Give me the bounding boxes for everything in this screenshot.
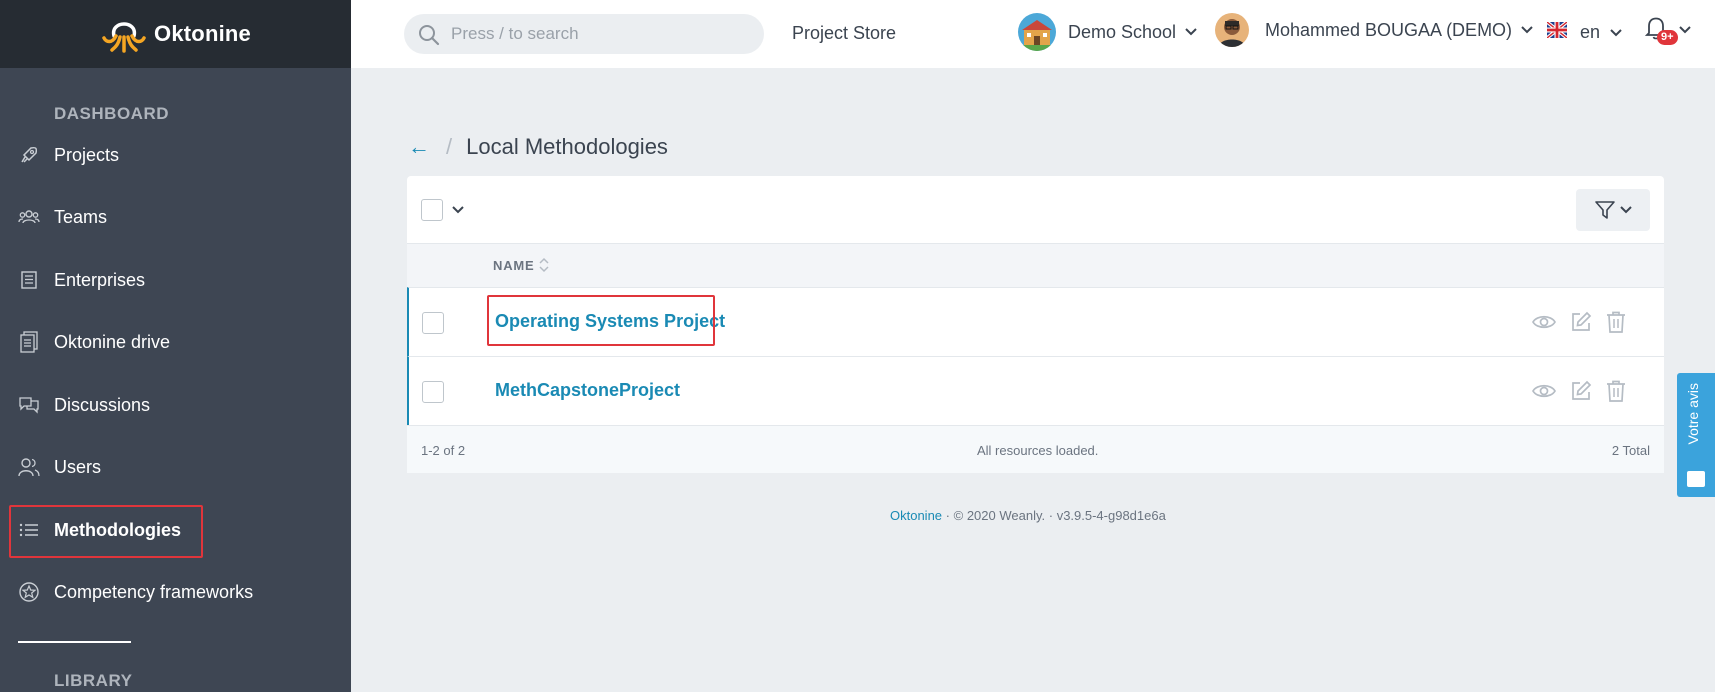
trash-icon[interactable] (1606, 380, 1626, 402)
table-header: NAME (407, 243, 1664, 287)
back-arrow-button[interactable]: ← (408, 134, 430, 160)
page-title: Local Methodologies (466, 134, 668, 159)
row-name-link[interactable]: MethCapstoneProject (495, 380, 680, 401)
chevron-down-icon (1185, 28, 1197, 36)
total-count: 2 Total (1611, 443, 1650, 458)
uk-flag-icon (1545, 20, 1569, 43)
sidebar-item-label: Users (54, 456, 102, 477)
page-footer: Oktonine · © 2020 Weanly. · v3.9.5-4-g98… (890, 508, 1166, 523)
feedback-label: Votre avis (1685, 383, 1701, 445)
table-footer: 1-2 of 2 All resources loaded. 2 Total (407, 425, 1664, 473)
search-input[interactable] (451, 22, 751, 46)
drive-icon (18, 331, 40, 353)
sidebar-item-enterprises[interactable]: Enterprises (0, 258, 351, 302)
sidebar-item-label: Enterprises (54, 269, 146, 290)
sidebar-item-label: Oktonine drive (54, 331, 171, 352)
chevron-down-icon (1610, 28, 1622, 36)
filter-icon (1595, 201, 1615, 219)
select-all-checkbox[interactable] (421, 199, 443, 221)
rocket-icon (18, 144, 40, 166)
section-library: LIBRARY (54, 671, 133, 690)
row-checkbox[interactable] (422, 381, 444, 403)
section-dashboard: DASHBOARD (54, 104, 169, 123)
sidebar-item-methodologies[interactable]: Methodologies (0, 508, 351, 552)
app-logo[interactable]: Oktonine (0, 0, 351, 68)
badge-icon (18, 581, 40, 603)
breadcrumb-separator: / (446, 134, 453, 159)
sidebar-item-projects[interactable]: Projects (0, 133, 351, 177)
sidebar-item-teams[interactable]: Teams (0, 195, 351, 239)
user-menu[interactable]: Mohammed BOUGAA (DEMO) (1215, 13, 1533, 47)
table-row[interactable]: MethCapstoneProject (407, 356, 1664, 425)
sidebar-item-label: Methodologies (54, 519, 181, 540)
eye-icon[interactable] (1532, 380, 1556, 402)
filter-button[interactable] (1576, 189, 1650, 231)
sort-icon[interactable] (539, 257, 549, 273)
top-bar: Project Store Demo School Mohammed BOUGA… (351, 0, 1715, 68)
sidebar-item-label: Projects (54, 144, 120, 165)
sidebar-item-label: Discussions (54, 394, 151, 415)
table-row[interactable]: Operating Systems Project (407, 287, 1664, 356)
search-bar[interactable] (404, 14, 764, 54)
row-actions (1532, 311, 1626, 333)
chevron-down-icon (1521, 26, 1533, 34)
users-icon (18, 456, 40, 478)
sidebar: Oktonine DASHBOARD Projects Teams Enterp… (0, 0, 351, 692)
eye-icon[interactable] (1532, 311, 1556, 333)
sidebar-item-users[interactable]: Users (0, 445, 351, 489)
list-icon (18, 519, 40, 541)
sidebar-item-label: Competency frameworks (54, 581, 254, 602)
trash-icon[interactable] (1606, 311, 1626, 333)
teams-icon (18, 206, 40, 228)
footer-copyright: © 2020 Weanly. (953, 508, 1046, 523)
footer-version: v3.9.5-4-g98d1e6a (1056, 508, 1166, 523)
language-switcher[interactable]: en (1545, 20, 1622, 43)
sidebar-item-oktonine-drive[interactable]: Oktonine drive (0, 320, 351, 364)
pagination-range: 1-2 of 2 (421, 443, 466, 458)
sidebar-divider (18, 641, 131, 643)
sidebar-item-competency-frameworks[interactable]: Competency frameworks (0, 570, 351, 614)
edit-icon[interactable] (1570, 311, 1592, 333)
edit-icon[interactable] (1570, 380, 1592, 402)
user-name: Mohammed BOUGAA (DEMO) (1265, 19, 1513, 40)
school-avatar (1018, 13, 1056, 51)
chat-icon (18, 394, 40, 416)
notification-badge: 9+ (1657, 30, 1678, 45)
row-name-link[interactable]: Operating Systems Project (495, 311, 725, 332)
school-switcher[interactable]: Demo School (1018, 13, 1197, 51)
footer-brand-link[interactable]: Oktonine (890, 508, 942, 523)
methodologies-table: NAME Operating Systems Project MethCapst… (407, 176, 1664, 473)
sidebar-item-discussions[interactable]: Discussions (0, 383, 351, 427)
octopus-logo-icon (102, 22, 146, 53)
footer-dot: · (1048, 508, 1057, 523)
user-avatar (1215, 13, 1249, 47)
load-status: All resources loaded. (977, 443, 1099, 458)
row-actions (1532, 380, 1626, 402)
column-header-name[interactable]: NAME (493, 258, 534, 273)
chevron-down-icon[interactable] (452, 206, 464, 214)
school-name: Demo School (1068, 21, 1177, 42)
sidebar-item-label: Teams (54, 206, 108, 227)
breadcrumb: ← / Local Methodologies (408, 134, 668, 160)
app-name: Oktonine (154, 21, 251, 46)
project-store-link[interactable]: Project Store (792, 23, 896, 44)
smiley-icon (1687, 471, 1705, 487)
language-code: en (1580, 22, 1601, 42)
feedback-tab[interactable]: Votre avis (1677, 373, 1715, 497)
row-checkbox[interactable] (422, 312, 444, 334)
chevron-down-icon (1620, 206, 1632, 214)
footer-dot: · (945, 508, 954, 523)
building-icon (18, 269, 40, 291)
chevron-down-icon (1679, 26, 1691, 34)
search-icon (418, 24, 440, 51)
